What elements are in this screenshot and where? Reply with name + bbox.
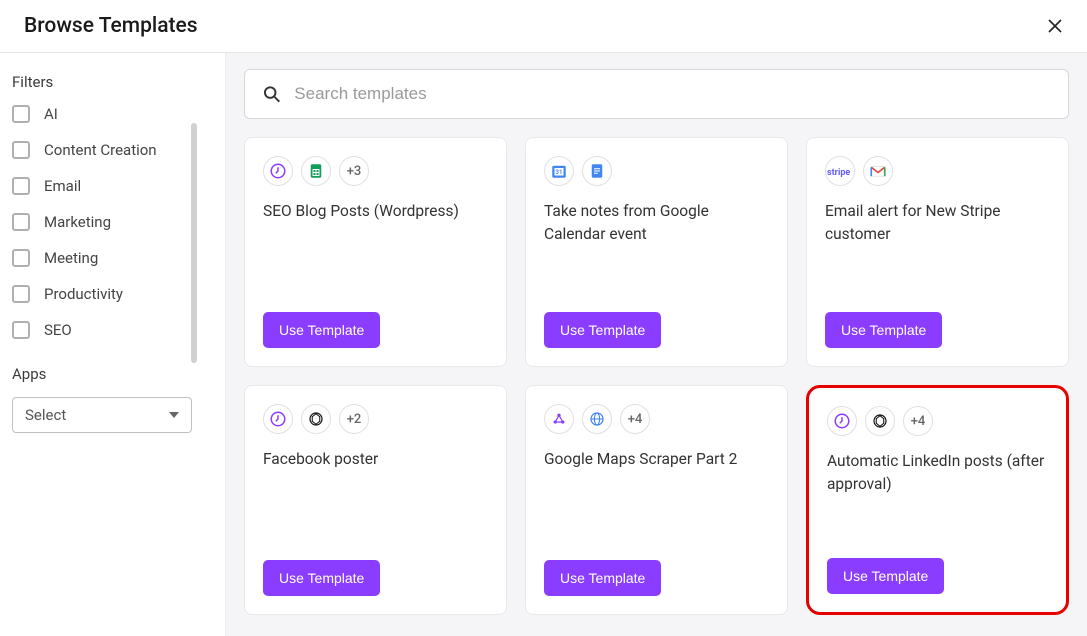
app-icon: [263, 404, 293, 434]
filter-label: Meeting: [44, 249, 98, 267]
template-icons: stripe: [825, 156, 1050, 186]
template-icons: 31: [544, 156, 769, 186]
template-title: Facebook poster: [263, 448, 488, 471]
filter-label: SEO: [44, 321, 72, 339]
modal-header: Browse Templates: [0, 0, 1087, 53]
filter-item[interactable]: Productivity: [12, 285, 213, 303]
sidebar-scrollbar[interactable]: [191, 123, 197, 363]
template-icons: +4: [827, 406, 1048, 436]
filter-checkbox[interactable]: [12, 213, 30, 231]
search-bar[interactable]: [244, 69, 1069, 119]
template-card[interactable]: +4 Automatic LinkedIn posts (after approv…: [806, 385, 1069, 615]
main-content: +3 SEO Blog Posts (Wordpress) Use Template…: [225, 53, 1087, 636]
apps-select-placeholder: Select: [25, 406, 66, 424]
template-title: SEO Blog Posts (Wordpress): [263, 200, 488, 223]
app-icon: [301, 156, 331, 186]
search-icon: [263, 85, 280, 103]
use-template-button[interactable]: Use Template: [263, 312, 380, 348]
app-icon: [863, 156, 893, 186]
filter-item[interactable]: SEO: [12, 321, 213, 339]
openai-icon: [871, 412, 889, 430]
template-card[interactable]: 31 Take notes from Google Calendar event U…: [525, 137, 788, 367]
filter-item[interactable]: Meeting: [12, 249, 213, 267]
more-apps-count: +4: [620, 404, 650, 434]
close-icon: [1047, 18, 1063, 34]
globe-icon: [588, 410, 606, 428]
page-title: Browse Templates: [24, 14, 198, 38]
gdocs-icon: [588, 162, 606, 180]
template-card[interactable]: +4 Google Maps Scraper Part 2 Use Template: [525, 385, 788, 615]
apps-select[interactable]: Select: [12, 397, 192, 433]
template-title: Email alert for New Stripe customer: [825, 200, 1050, 247]
filter-checkbox[interactable]: [12, 105, 30, 123]
filter-label: AI: [44, 105, 58, 123]
app-icon: [827, 406, 857, 436]
template-card[interactable]: +3 SEO Blog Posts (Wordpress) Use Template: [244, 137, 507, 367]
filter-item[interactable]: Marketing: [12, 213, 213, 231]
app-icon: [544, 404, 574, 434]
schedule-icon: [269, 162, 287, 180]
filter-checkbox[interactable]: [12, 249, 30, 267]
svg-text:31: 31: [556, 169, 563, 176]
search-input[interactable]: [294, 84, 1050, 104]
sidebar: Filters AI Content Creation Email Marketing…: [0, 53, 225, 636]
close-button[interactable]: [1047, 18, 1063, 34]
filter-label: Marketing: [44, 213, 111, 231]
app-icon: [263, 156, 293, 186]
gcal-icon: 31: [550, 162, 568, 180]
filter-label: Productivity: [44, 285, 123, 303]
app-icon: [582, 404, 612, 434]
template-title: Take notes from Google Calendar event: [544, 200, 769, 247]
gmail-icon: [869, 162, 887, 180]
app-icon: [865, 406, 895, 436]
filter-checkbox[interactable]: [12, 177, 30, 195]
app-icon: stripe: [825, 156, 855, 186]
filter-checkbox[interactable]: [12, 141, 30, 159]
template-icons: +4: [544, 404, 769, 434]
app-icon: [301, 404, 331, 434]
app-icon: 31: [544, 156, 574, 186]
filters-list: AI Content Creation Email Marketing Meeting P…: [12, 105, 213, 355]
more-apps-count: +2: [339, 404, 369, 434]
use-template-button[interactable]: Use Template: [827, 558, 944, 594]
template-card[interactable]: stripe Email alert for New Stripe custome…: [806, 137, 1069, 367]
filter-item[interactable]: Content Creation: [12, 141, 213, 159]
more-apps-count: +3: [339, 156, 369, 186]
openai-icon: [307, 410, 325, 428]
filter-item[interactable]: Email: [12, 177, 213, 195]
template-card[interactable]: +2 Facebook poster Use Template: [244, 385, 507, 615]
filter-checkbox[interactable]: [12, 285, 30, 303]
use-template-button[interactable]: Use Template: [263, 560, 380, 596]
stripe-icon: stripe: [827, 165, 853, 177]
apps-heading: Apps: [12, 365, 213, 383]
template-title: Google Maps Scraper Part 2: [544, 448, 769, 471]
more-apps-count: +4: [903, 406, 933, 436]
filter-item[interactable]: AI: [12, 105, 213, 123]
use-template-button[interactable]: Use Template: [544, 312, 661, 348]
chevron-down-icon: [169, 412, 179, 418]
template-title: Automatic LinkedIn posts (after approval…: [827, 450, 1048, 497]
webhook-icon: [550, 410, 568, 428]
filter-label: Email: [44, 177, 81, 195]
filter-label: Content Creation: [44, 141, 157, 159]
template-icons: +2: [263, 404, 488, 434]
sheets-icon: [307, 162, 325, 180]
filter-checkbox[interactable]: [12, 321, 30, 339]
templates-grid: +3 SEO Blog Posts (Wordpress) Use Template…: [244, 137, 1069, 615]
svg-text:stripe: stripe: [827, 168, 850, 177]
template-icons: +3: [263, 156, 488, 186]
schedule-icon: [833, 412, 851, 430]
app-icon: [582, 156, 612, 186]
use-template-button[interactable]: Use Template: [544, 560, 661, 596]
use-template-button[interactable]: Use Template: [825, 312, 942, 348]
filters-heading: Filters: [12, 73, 213, 91]
schedule-icon: [269, 410, 287, 428]
